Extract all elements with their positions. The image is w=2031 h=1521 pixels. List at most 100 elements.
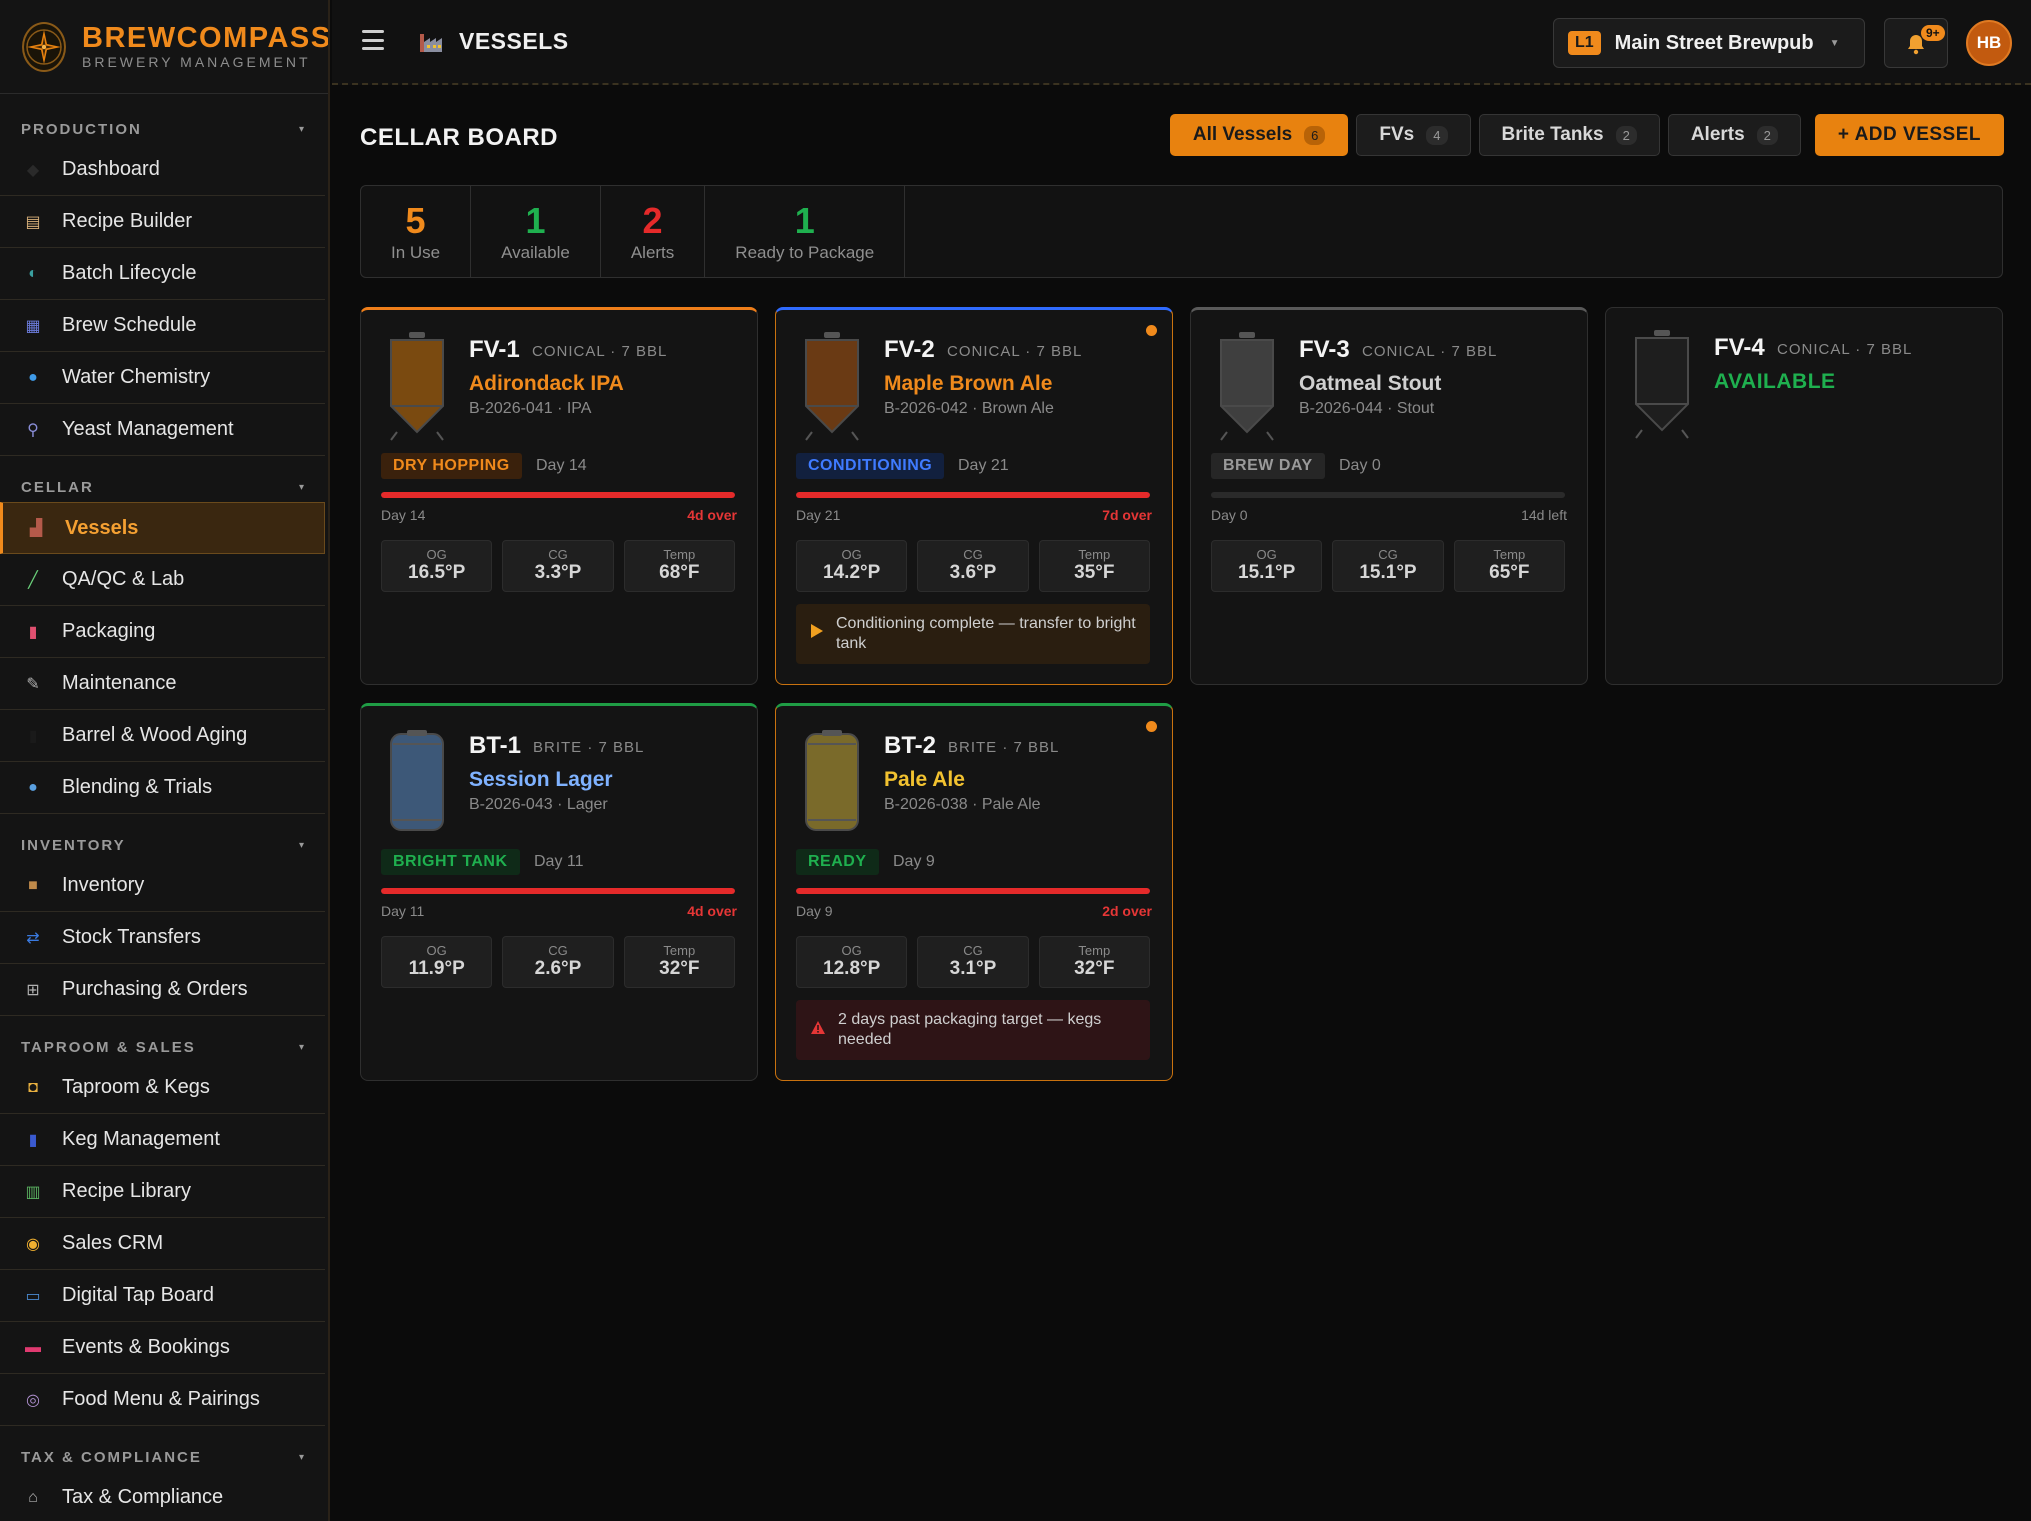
sidebar-item-dashboard[interactable]: ◆ Dashboard <box>0 144 325 196</box>
sidebar-item-qa-qc-lab[interactable]: ╱ QA/QC & Lab <box>0 554 325 606</box>
sidebar-item-food-menu-pairings[interactable]: ◎ Food Menu & Pairings <box>0 1374 325 1426</box>
ticket-icon: ▬ <box>25 1338 41 1356</box>
beer-name[interactable]: Adirondack IPA <box>469 372 624 396</box>
clipboard-icon: ▤ <box>25 213 41 231</box>
stat-value: 1 <box>794 199 815 241</box>
sidebar-item-sales-crm[interactable]: ◉ Sales CRM <box>0 1218 325 1270</box>
can-icon: ▮ <box>28 623 38 641</box>
beer-name[interactable]: Pale Ale <box>884 768 965 792</box>
user-avatar[interactable]: HB <box>1966 20 2012 66</box>
sidebar-item-batch-lifecycle[interactable]: ◐ Batch Lifecycle <box>0 248 325 300</box>
progress-bar <box>381 492 735 498</box>
metric-value: 32°F <box>659 958 700 979</box>
sidebar-item-barrel-wood-aging[interactable]: ▮ Barrel & Wood Aging <box>0 710 325 762</box>
batch-code: B-2026-041 · IPA <box>469 400 592 417</box>
filter-alerts[interactable]: Alerts 2 <box>1667 114 1801 156</box>
sidebar-item-maintenance[interactable]: ✎ Maintenance <box>0 658 325 710</box>
filter-brite-tanks[interactable]: Brite Tanks 2 <box>1478 114 1660 156</box>
metric-value: 3.3°P <box>534 562 582 583</box>
progress-fill <box>381 492 735 498</box>
filter-all-vessels[interactable]: All Vessels 6 <box>1169 114 1349 156</box>
progress-status-label: 14d left <box>1521 507 1567 523</box>
metric-og: OG 15.1°P <box>1211 540 1323 592</box>
progress-bar <box>381 888 735 894</box>
brand-subtitle: BREWERY MANAGEMENT <box>82 54 311 70</box>
sidebar-item-keg-management[interactable]: ▮ Keg Management <box>0 1114 325 1166</box>
sidebar-section-tax-compliance[interactable]: TAX & COMPLIANCE ▾ <box>0 1442 328 1472</box>
sidebar-item-packaging[interactable]: ▮ Packaging <box>0 606 325 658</box>
sidebar-item-label: Maintenance <box>62 672 177 694</box>
brite-tank-icon <box>800 728 864 840</box>
metric-label: Temp <box>663 943 696 958</box>
stat-available: 1 Available <box>471 186 601 277</box>
sidebar-section-production[interactable]: PRODUCTION ▾ <box>0 114 328 144</box>
sidebar-item-brew-schedule[interactable]: ▦ Brew Schedule <box>0 300 325 352</box>
top-bar: VESSELS L1 Main Street Brewpub ▼ 9+ HB <box>332 0 2031 85</box>
phase-badge: BRIGHT TANK <box>381 849 520 875</box>
sidebar-item-vessels[interactable]: ▟ Vessels <box>0 502 325 554</box>
notifications-button[interactable]: 9+ <box>1884 18 1948 68</box>
vessel-card-bt-1[interactable]: BT-1 BRITE · 7 BBL Session Lager B-2026-043… <box>360 703 758 1081</box>
vessel-type: CONICAL · 7 BBL <box>1362 343 1498 360</box>
sidebar-item-yeast-management[interactable]: ⚲ Yeast Management <box>0 404 325 456</box>
filter-label: All Vessels <box>1192 124 1293 145</box>
progress-bar <box>1211 492 1565 498</box>
beer-name[interactable]: Maple Brown Ale <box>884 372 1052 396</box>
metric-cg: CG 3.6°P <box>917 540 1029 592</box>
sidebar-item-label: Stock Transfers <box>62 926 201 948</box>
barrel-icon: ▮ <box>28 727 38 745</box>
filter-count: 4 <box>1426 125 1448 145</box>
beer-name[interactable]: Session Lager <box>469 768 613 792</box>
sidebar-item-label: Purchasing & Orders <box>62 978 248 1000</box>
sidebar-item-label: Taproom & Kegs <box>62 1076 210 1098</box>
action-alert[interactable]: Conditioning complete — transfer to brig… <box>796 604 1150 664</box>
gravity-metrics: OG 14.2°P CG 3.6°P Temp 35°F <box>796 540 1150 592</box>
stat-label: Alerts <box>630 242 675 262</box>
sidebar-item-label: Brew Schedule <box>62 314 197 336</box>
factory-icon <box>418 30 444 54</box>
vessel-card-fv-2[interactable]: FV-2 CONICAL · 7 BBL Maple Brown Ale B-2026… <box>775 307 1173 685</box>
add-vessel-button[interactable]: + ADD VESSEL <box>1814 114 2004 156</box>
sidebar-item-blending-trials[interactable]: ● Blending & Trials <box>0 762 325 814</box>
vessel-card-fv-1[interactable]: FV-1 CONICAL · 7 BBL Adirondack IPA B-2026-… <box>360 307 758 685</box>
sidebar-item-label: QA/QC & Lab <box>62 568 185 590</box>
sidebar-item-tax-compliance[interactable]: ⌂ Tax & Compliance <box>0 1472 325 1521</box>
sidebar-section-inventory[interactable]: INVENTORY ▾ <box>0 830 328 860</box>
sidebar-item-inventory[interactable]: ■ Inventory <box>0 860 325 912</box>
vessel-card-fv-3[interactable]: FV-3 CONICAL · 7 BBL Oatmeal Stout B-2026-0… <box>1190 307 1588 685</box>
sidebar-item-label: Keg Management <box>62 1128 220 1150</box>
sidebar-item-stock-transfers[interactable]: ⇄ Stock Transfers <box>0 912 325 964</box>
section-title: TAX & COMPLIANCE <box>21 1448 202 1466</box>
metric-value: 3.1°P <box>949 958 997 979</box>
conical-fermenter-icon <box>1215 332 1279 444</box>
progress-start-label: Day 11 <box>381 903 425 919</box>
sidebar-item-digital-tap-board[interactable]: ▭ Digital Tap Board <box>0 1270 325 1322</box>
warning-alert[interactable]: 2 days past packaging target — kegs need… <box>796 1000 1150 1060</box>
location-selector[interactable]: L1 Main Street Brewpub ▼ <box>1553 18 1865 68</box>
summary-stats: 5 In Use 1 Available 2 Alerts 1 Ready to Packag… <box>360 185 2003 278</box>
chevron-down-icon: ▾ <box>298 481 306 493</box>
sidebar-section-taproom-sales[interactable]: TAPROOM & SALES ▾ <box>0 1032 328 1062</box>
brand[interactable]: BREWCOMPASS BREWERY MANAGEMENT <box>0 0 328 94</box>
sidebar-item-recipe-library[interactable]: ▥ Recipe Library <box>0 1166 325 1218</box>
filter-label: FVs <box>1379 124 1415 145</box>
metric-value: 2.6°P <box>534 958 582 979</box>
sidebar-item-purchasing-orders[interactable]: ⊞ Purchasing & Orders <box>0 964 325 1016</box>
sidebar-item-events-bookings[interactable]: ▬ Events & Bookings <box>0 1322 325 1374</box>
calendar-icon: ▦ <box>25 317 41 335</box>
beer-name[interactable]: Oatmeal Stout <box>1299 372 1441 396</box>
progress-start-label: Day 0 <box>1211 507 1248 523</box>
vessel-card-fv-4[interactable]: FV-4 CONICAL · 7 BBL AVAILABLE <box>1605 307 2003 685</box>
sidebar-item-taproom-kegs[interactable]: ◘ Taproom & Kegs <box>0 1062 325 1114</box>
alert-indicator-icon <box>1146 325 1157 336</box>
filter-fvs[interactable]: FVs 4 <box>1356 114 1471 156</box>
phase-badge: BREW DAY <box>1211 453 1325 479</box>
sidebar-item-recipe-builder[interactable]: ▤ Recipe Builder <box>0 196 325 248</box>
cart-icon: ⊞ <box>26 981 40 999</box>
sidebar-item-water-chemistry[interactable]: ● Water Chemistry <box>0 352 325 404</box>
metric-value: 65°F <box>1489 562 1530 583</box>
vessel-card-bt-2[interactable]: BT-2 BRITE · 7 BBL Pale Ale B-2026-038 · Pa… <box>775 703 1173 1081</box>
menu-toggle-icon[interactable] <box>362 30 384 50</box>
sidebar-section-cellar[interactable]: CELLAR ▾ <box>0 472 328 502</box>
stat-label: Ready to Package <box>735 242 875 262</box>
